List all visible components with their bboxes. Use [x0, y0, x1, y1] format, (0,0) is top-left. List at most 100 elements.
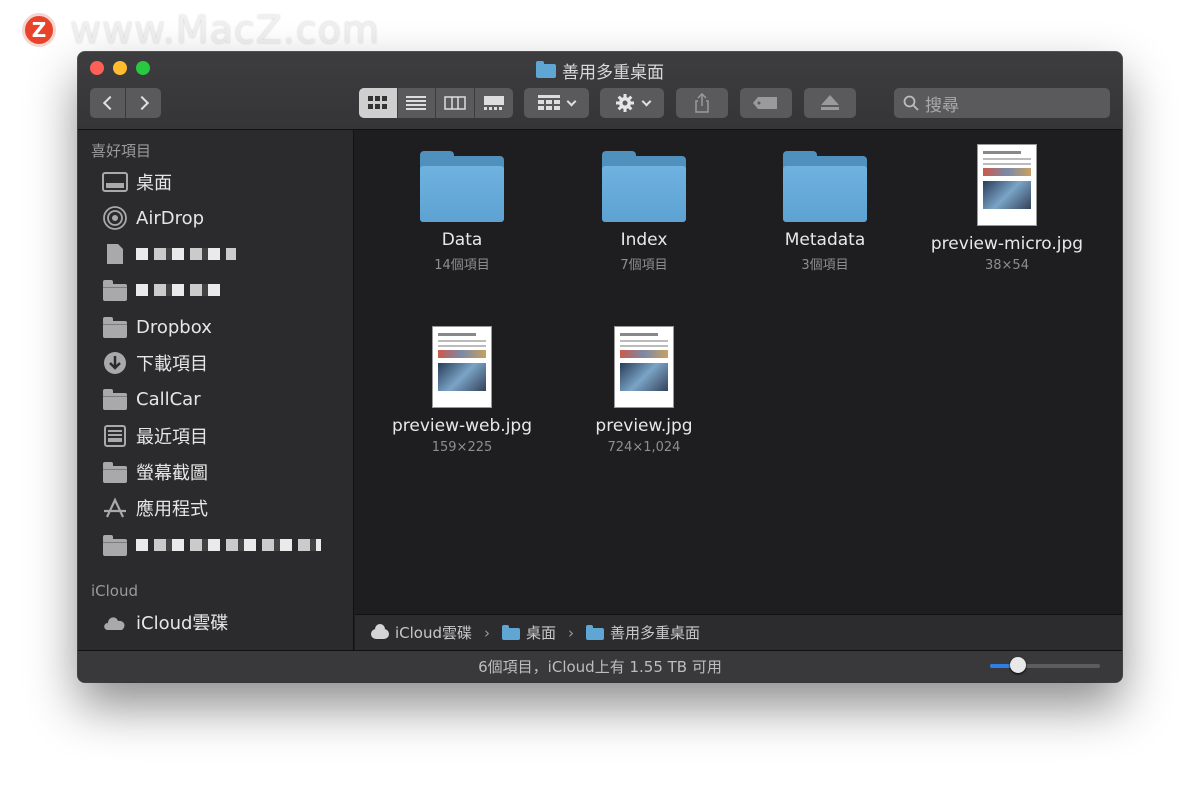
redacted-label	[136, 539, 321, 551]
file-name: preview-web.jpg	[391, 416, 532, 436]
view-switcher	[359, 88, 513, 118]
chevron-left-icon	[102, 95, 117, 111]
search-icon	[903, 95, 919, 111]
icon-view-button[interactable]	[359, 88, 398, 118]
file-meta: 724×1,024	[607, 440, 681, 455]
gallery-view-button[interactable]	[475, 88, 514, 118]
column-view-button[interactable]	[436, 88, 475, 118]
share-button[interactable]	[676, 88, 728, 118]
chevron-down-icon	[566, 96, 577, 106]
sidebar-item-label: CallCar	[136, 388, 201, 410]
sidebar-item-folder[interactable]	[102, 530, 342, 560]
file-meta: 159×225	[431, 440, 493, 455]
sidebar-item-applications[interactable]: 應用程式	[102, 493, 342, 523]
search-placeholder: 搜尋	[925, 95, 959, 116]
path-crumb-label: 善用多重桌面	[610, 624, 701, 642]
folder-icon	[102, 316, 128, 338]
file-grid: Data 14個項目 Index 7個項目 Metadata 3個項目 prev…	[355, 130, 1122, 614]
file-meta: 14個項目	[434, 258, 490, 273]
path-crumb-label: iCloud雲碟	[395, 624, 473, 642]
image-thumbnail-icon	[432, 326, 492, 408]
path-crumb[interactable]: 善用多重桌面	[586, 622, 700, 643]
file-item[interactable]: preview-web.jpg 159×225	[377, 326, 547, 455]
redacted-label	[136, 284, 221, 296]
sidebar-item-label: 螢幕截圖	[136, 463, 208, 484]
download-icon	[102, 352, 128, 374]
watermark: Z www.MacZ.com	[22, 8, 380, 52]
slider-knob[interactable]	[1009, 657, 1026, 673]
folder-icon	[536, 60, 556, 78]
sidebar-item-callcar[interactable]: CallCar	[102, 384, 342, 414]
watermark-logo: Z	[22, 13, 56, 47]
document-icon	[102, 243, 128, 265]
sidebar-item-desktop[interactable]: 桌面	[102, 167, 342, 197]
folder-icon	[502, 624, 521, 640]
tag-icon	[753, 97, 777, 109]
status-text: 6個項目，iCloud上有 1.55 TB 可用	[478, 658, 722, 676]
forward-button[interactable]	[126, 88, 161, 118]
window-title-text: 善用多重桌面	[562, 63, 664, 83]
file-meta: 38×54	[985, 258, 1029, 273]
tag-button[interactable]	[740, 88, 792, 118]
path-crumb[interactable]: iCloud雲碟	[371, 622, 472, 643]
folder-icon	[102, 461, 128, 483]
folder-icon	[586, 624, 605, 640]
file-meta: 3個項目	[801, 258, 849, 273]
icloud-header: iCloud	[91, 582, 139, 600]
sidebar-item-label: 應用程式	[136, 499, 208, 520]
sidebar-item-downloads[interactable]: 下載項目	[102, 348, 342, 378]
chevron-right-icon	[134, 95, 149, 111]
sidebar-item-document[interactable]	[102, 239, 342, 269]
back-button[interactable]	[90, 88, 125, 118]
cloud-icon	[371, 624, 389, 639]
path-separator: ›	[568, 623, 575, 642]
redacted-label	[136, 248, 236, 260]
eject-icon	[821, 95, 839, 110]
path-crumb[interactable]: 桌面	[502, 622, 556, 643]
file-item[interactable]: Index 7個項目	[559, 140, 729, 273]
file-item[interactable]: Data 14個項目	[377, 140, 547, 273]
chevron-down-icon	[641, 96, 651, 106]
watermark-text: www.MacZ.com	[70, 8, 381, 52]
sidebar-item-label: Dropbox	[136, 316, 212, 338]
sidebar-item-recents[interactable]: 最近項目	[102, 421, 342, 451]
search-field[interactable]: 搜尋	[894, 88, 1110, 118]
file-name: Index	[620, 230, 668, 250]
sidebar-item-label: 桌面	[136, 173, 172, 194]
list-view-button[interactable]	[398, 88, 436, 118]
gear-icon	[615, 94, 634, 112]
file-item[interactable]: preview-micro.jpg 38×54	[922, 144, 1092, 273]
sidebar-item-dropbox[interactable]: Dropbox	[102, 312, 342, 342]
list-view-icon	[406, 96, 427, 110]
folder-icon	[102, 279, 128, 301]
sidebar: 喜好項目 桌面 AirDrop Dropbox 下載項目 CallCar 最近項…	[78, 130, 354, 650]
finder-window: 善用多重桌面 搜尋 喜好項目 桌面 AirDrop Dropbox 下載項目 C…	[78, 52, 1122, 682]
sidebar-item-label: 最近項目	[136, 427, 208, 448]
favorites-header: 喜好項目	[91, 142, 152, 160]
folder-icon	[783, 151, 867, 222]
eject-button[interactable]	[804, 88, 856, 118]
path-crumb-label: 桌面	[526, 624, 557, 642]
folder-icon	[102, 388, 128, 410]
sidebar-item-label: 下載項目	[136, 354, 208, 375]
folder-icon	[602, 151, 686, 222]
path-separator: ›	[484, 623, 491, 642]
group-button[interactable]	[524, 88, 589, 118]
file-item[interactable]: preview.jpg 724×1,024	[559, 326, 729, 455]
applications-icon	[102, 497, 128, 519]
file-name: preview.jpg	[595, 416, 693, 436]
sidebar-item-folder[interactable]	[102, 275, 342, 305]
file-name: preview-micro.jpg	[930, 234, 1084, 254]
sidebar-item-label: AirDrop	[136, 207, 205, 229]
recents-icon	[102, 425, 128, 447]
group-icon	[538, 95, 560, 110]
sidebar-item-airdrop[interactable]: AirDrop	[102, 203, 342, 233]
file-item[interactable]: Metadata 3個項目	[740, 140, 910, 273]
action-button[interactable]	[600, 88, 664, 118]
image-thumbnail-icon	[614, 326, 674, 408]
path-bar: iCloud雲碟 › 桌面 › 善用多重桌面	[355, 614, 1122, 650]
cloud-icon	[102, 611, 128, 633]
sidebar-item-icloud-drive[interactable]: iCloud雲碟	[102, 607, 342, 637]
icon-size-slider[interactable]	[990, 657, 1100, 673]
sidebar-item-screenshots[interactable]: 螢幕截圖	[102, 457, 342, 487]
